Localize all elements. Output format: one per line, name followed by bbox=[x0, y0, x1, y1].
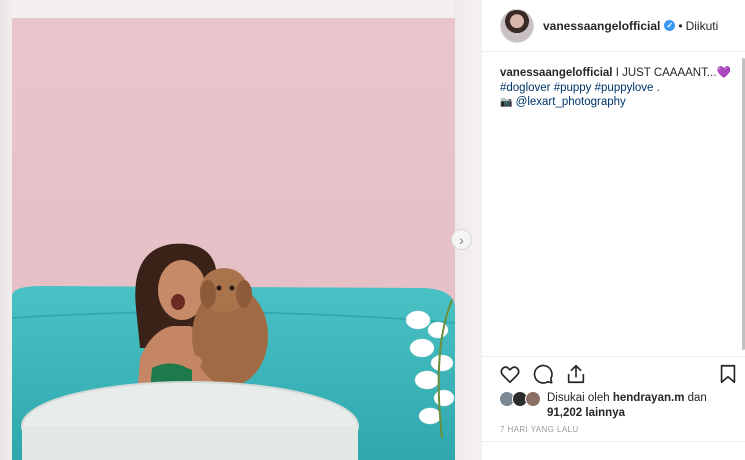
separator-dot: • bbox=[678, 18, 683, 33]
likes-text: Disukai oleh hendrayan.m dan 91,202 lain… bbox=[547, 391, 745, 421]
avatar[interactable] bbox=[525, 391, 541, 407]
post-caption: vanessaangelofficial I JUST CAAAANT...💜 … bbox=[500, 66, 735, 111]
camera-emoji: 📷 bbox=[500, 97, 513, 108]
bookmark-icon[interactable] bbox=[717, 363, 739, 385]
likes-mid: dan bbox=[684, 392, 707, 404]
likes-summary: Disukai oleh hendrayan.m dan 91,202 lain… bbox=[499, 389, 739, 421]
comment-icon[interactable] bbox=[532, 363, 554, 385]
post-actions-bar bbox=[481, 356, 745, 390]
caption-hashtags[interactable]: #doglover #puppy #puppylove bbox=[500, 82, 653, 94]
post-username[interactable]: vanessaangelofficial bbox=[543, 19, 660, 33]
chevron-right-icon: › bbox=[459, 231, 464, 248]
caption-author[interactable]: vanessaangelofficial bbox=[500, 67, 613, 79]
verified-badge-icon: ✓ bbox=[664, 20, 676, 31]
likes-count[interactable]: 91,202 lainnya bbox=[547, 407, 625, 419]
post-photo[interactable] bbox=[12, 18, 455, 460]
liker-username[interactable]: hendrayan.m bbox=[613, 392, 685, 404]
avatar[interactable] bbox=[500, 8, 534, 43]
post-timestamp[interactable]: 7 HARI YANG LALU bbox=[500, 425, 579, 434]
next-photo-button[interactable]: › bbox=[451, 229, 472, 250]
post-header: vanessaangelofficial ✓ • Diikuti bbox=[482, 0, 745, 52]
photographer-credit-link[interactable]: @lexart_photography bbox=[516, 96, 626, 108]
liker-avatars[interactable] bbox=[499, 391, 545, 407]
heart-icon[interactable] bbox=[499, 363, 521, 385]
caption-hashtags-suffix: . bbox=[653, 81, 660, 94]
caption-text: I JUST CAAAANT... bbox=[612, 67, 717, 79]
purple-heart-emoji: 💜 bbox=[716, 67, 731, 79]
page-backdrop-left bbox=[0, 0, 12, 460]
divider bbox=[481, 441, 745, 442]
photo-illustration bbox=[12, 18, 455, 460]
follow-status-button[interactable]: Diikuti bbox=[686, 19, 719, 33]
likes-prefix: Disukai oleh bbox=[547, 392, 613, 404]
share-icon[interactable] bbox=[565, 363, 587, 385]
